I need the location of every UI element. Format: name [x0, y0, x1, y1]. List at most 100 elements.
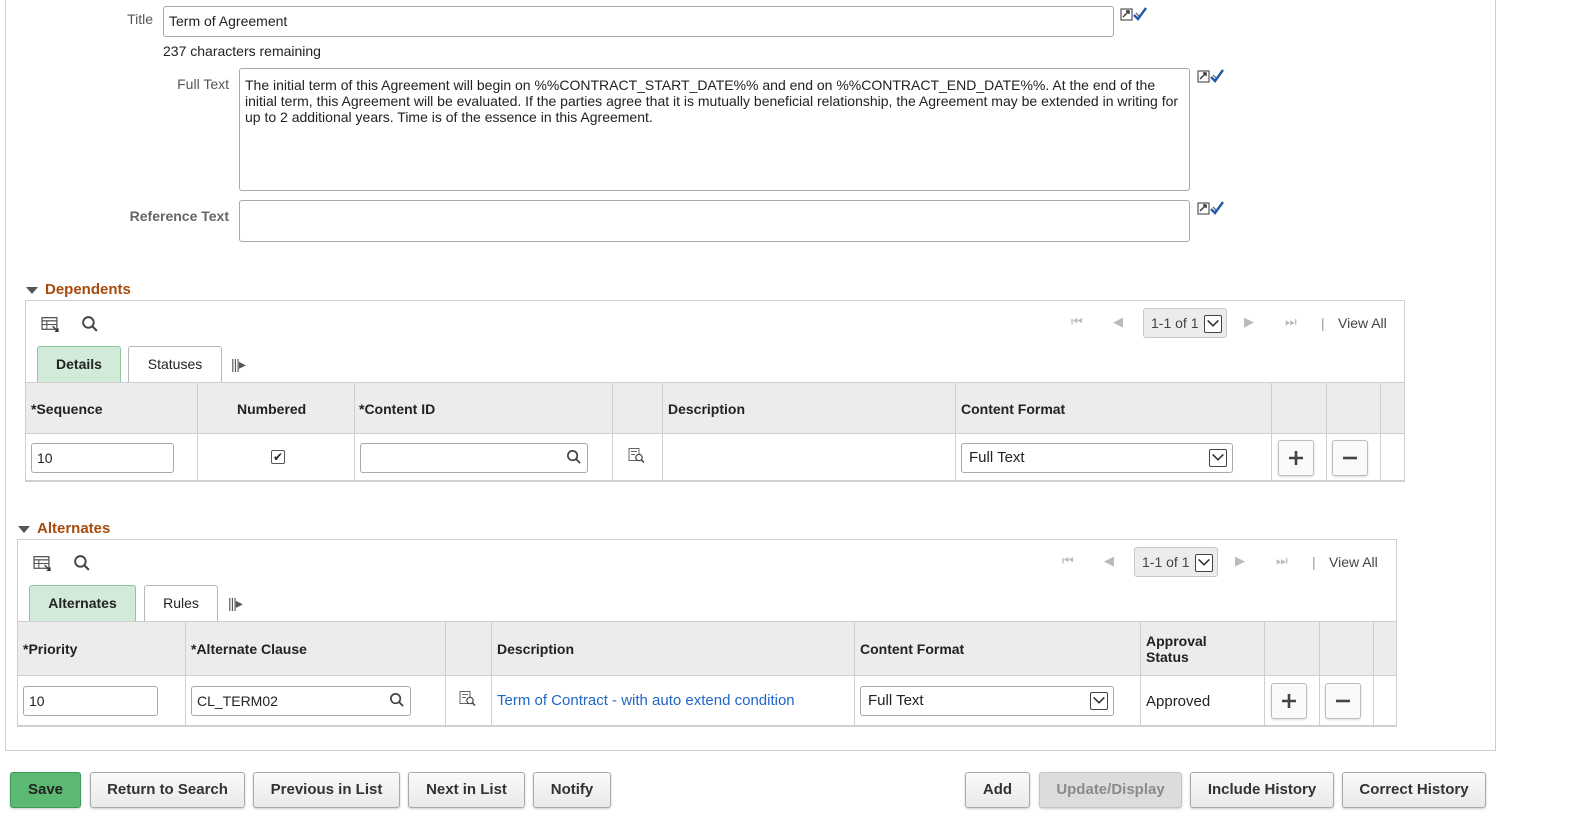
dependents-header-row: *Sequence Numbered *Content ID Descripti… [26, 382, 1404, 434]
table-row: 10 CL_TERM02 Term of Contract - with aut… [18, 677, 1396, 726]
col-divider [1326, 382, 1327, 481]
first-page-icon[interactable]: ⏮ [1062, 553, 1074, 569]
add-row-button[interactable] [1271, 683, 1307, 719]
pager-dropdown[interactable]: 1-1 of 1 [1143, 308, 1227, 338]
delete-row-button[interactable] [1332, 440, 1368, 476]
next-page-icon[interactable]: ▶ [1235, 553, 1245, 569]
pager-divider: | [1321, 315, 1325, 331]
col-divider [662, 382, 663, 481]
next-in-list-button[interactable]: Next in List [408, 772, 525, 808]
pager-dropdown[interactable]: 1-1 of 1 [1134, 547, 1218, 577]
show-all-columns-icon[interactable]: |||▸ [228, 595, 243, 612]
chevron-down-icon [1195, 554, 1213, 572]
view-all-link[interactable]: View All [1329, 554, 1378, 570]
search-icon[interactable] [73, 554, 91, 572]
content-format-value: Full Text [969, 449, 1025, 466]
full-text-label: Full Text [177, 76, 229, 92]
chevron-down-icon [1204, 315, 1222, 333]
tab-rules[interactable]: Rules [144, 585, 218, 621]
content-format-select[interactable]: Full Text [961, 443, 1233, 473]
collapse-arrow-icon[interactable] [26, 287, 38, 294]
plus-icon [1289, 451, 1303, 465]
priority-input[interactable]: 10 [23, 686, 158, 716]
col-sequence: *Sequence [31, 401, 103, 417]
spellcheck-icon[interactable] [1197, 200, 1231, 218]
lookup-icon[interactable] [389, 692, 405, 708]
col-divider [491, 621, 492, 726]
alternates-section-title[interactable]: Alternates [37, 520, 110, 537]
col-divider [197, 382, 198, 481]
dependents-section-title[interactable]: Dependents [45, 281, 131, 298]
col-description: Description [668, 401, 746, 417]
first-page-icon[interactable]: ⏮ [1071, 314, 1083, 330]
col-divider [1319, 621, 1320, 726]
col-divider [1264, 621, 1265, 726]
col-divider [612, 382, 613, 481]
tab-statuses[interactable]: Statuses [128, 346, 222, 382]
related-content-icon[interactable] [459, 690, 476, 707]
lookup-icon[interactable] [566, 449, 582, 465]
correct-history-button[interactable]: Correct History [1342, 772, 1486, 808]
related-content-icon[interactable] [628, 447, 645, 464]
sequence-input[interactable]: 10 [31, 443, 174, 473]
search-icon[interactable] [81, 315, 99, 333]
update-display-button[interactable]: Update/Display [1039, 772, 1182, 808]
table-row: 10 ✔ Full Text [26, 435, 1404, 481]
last-page-icon[interactable]: ⏭ [1285, 314, 1297, 330]
col-divider [854, 621, 855, 726]
next-page-icon[interactable]: ▶ [1244, 314, 1254, 330]
notify-button[interactable]: Notify [533, 772, 611, 808]
col-divider [1373, 621, 1374, 726]
full-text-input[interactable]: The initial term of this Agreement will … [239, 68, 1190, 191]
plus-icon [1282, 694, 1296, 708]
minus-icon [1336, 699, 1350, 703]
col-content-id: *Content ID [359, 401, 436, 417]
tab-details[interactable]: Details [37, 346, 121, 382]
add-row-button[interactable] [1278, 440, 1314, 476]
col-divider [445, 621, 446, 726]
spellcheck-icon[interactable] [1120, 6, 1154, 24]
col-alternate-clause: *Alternate Clause [191, 641, 307, 657]
add-button[interactable]: Add [965, 772, 1030, 808]
content-format-select[interactable]: Full Text [860, 686, 1114, 716]
spellcheck-icon[interactable] [1197, 68, 1231, 86]
col-description: Description [497, 641, 575, 657]
col-content-format: Content Format [961, 401, 1066, 417]
col-divider [1140, 621, 1141, 726]
col-content-format: Content Format [860, 641, 965, 657]
view-all-link[interactable]: View All [1338, 315, 1387, 331]
include-history-button[interactable]: Include History [1190, 772, 1334, 808]
personalize-grid-icon[interactable] [41, 315, 59, 333]
previous-page-icon[interactable]: ◀ [1113, 314, 1123, 330]
description-link[interactable]: Term of Contract - with auto extend cond… [497, 692, 795, 709]
chars-remaining: 237 characters remaining [163, 43, 321, 59]
delete-row-button[interactable] [1325, 683, 1361, 719]
col-divider [1380, 382, 1381, 481]
title-input[interactable]: Term of Agreement [163, 6, 1114, 37]
save-button[interactable]: Save [10, 772, 81, 808]
reference-text-input[interactable] [239, 200, 1190, 242]
chevron-down-icon [1090, 692, 1108, 710]
collapse-arrow-icon[interactable] [18, 526, 30, 533]
title-label: Title [127, 11, 153, 27]
content-id-input[interactable] [360, 443, 588, 473]
pager-divider: | [1312, 554, 1316, 570]
show-all-columns-icon[interactable]: |||▸ [231, 356, 246, 373]
previous-in-list-button[interactable]: Previous in List [253, 772, 400, 808]
alternate-clause-input[interactable]: CL_TERM02 [191, 686, 411, 716]
col-numbered: Numbered [237, 401, 307, 417]
numbered-checkbox[interactable]: ✔ [271, 450, 285, 464]
reference-text-label: Reference Text [129, 208, 229, 224]
chevron-down-icon [1209, 449, 1227, 467]
tab-alternates[interactable]: Alternates [29, 585, 136, 621]
previous-page-icon[interactable]: ◀ [1104, 553, 1114, 569]
personalize-grid-icon[interactable] [33, 554, 51, 572]
return-to-search-button[interactable]: Return to Search [90, 772, 245, 808]
col-divider [354, 382, 355, 481]
last-page-icon[interactable]: ⏭ [1276, 553, 1288, 569]
minus-icon [1343, 456, 1357, 460]
pager-text: 1-1 of 1 [1151, 315, 1199, 331]
col-divider [185, 621, 186, 726]
col-approval-status: Approval Status [1146, 633, 1207, 665]
pager-text: 1-1 of 1 [1142, 554, 1190, 570]
